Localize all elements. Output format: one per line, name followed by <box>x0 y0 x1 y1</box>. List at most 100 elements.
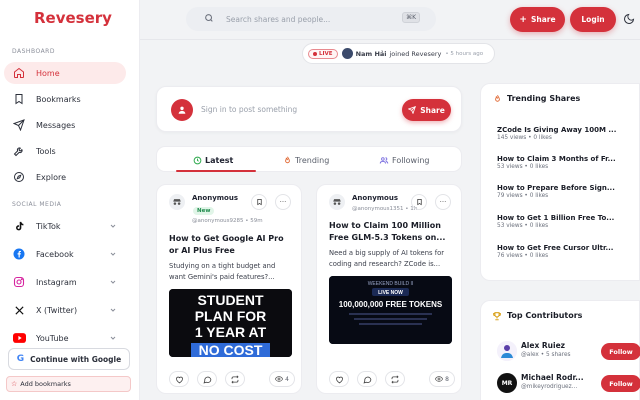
list-item[interactable]: How to Get Free Cursor Ultr... 76 views … <box>497 244 637 259</box>
post-thumbnail[interactable]: WEEKEND BUILD II LIVE NOW 100,000,000 FR… <box>329 276 452 344</box>
post-card[interactable]: Anonymous New @anonymous9285 • 59m ··· H… <box>156 184 302 394</box>
google-icon: G <box>16 354 25 364</box>
trend-meta: 145 views • 0 likes <box>497 135 552 141</box>
comment-button[interactable] <box>357 371 377 387</box>
post-excerpt: Need a big supply of AI tokens for codin… <box>329 249 445 268</box>
share-button-label: Share <box>530 15 556 24</box>
list-item[interactable]: How to Get 1 Billion Free To... 53 views… <box>497 214 637 229</box>
sidebar-item-youtube[interactable]: YouTube <box>4 327 126 349</box>
sidebar-item-messages[interactable]: Messages <box>4 114 126 136</box>
continue-with-google-button[interactable]: G Continue with Google <box>8 348 130 370</box>
chevron-down-icon <box>108 249 118 259</box>
search-input[interactable]: Search shares and people... <box>226 15 330 24</box>
contributors-title: Top Contributors <box>507 311 583 320</box>
login-button[interactable]: Login <box>570 7 616 32</box>
list-item[interactable]: How to Prepare Before Sign... 79 views •… <box>497 184 637 199</box>
search-icon <box>204 13 214 25</box>
view-count: 4 <box>269 371 295 387</box>
incognito-icon <box>169 194 185 210</box>
trend-meta: 53 views • 0 likes <box>497 164 549 170</box>
add-bookmarks-label: Add bookmarks <box>20 380 71 388</box>
social-heading: SOCIAL MEDIA <box>12 201 62 208</box>
users-icon <box>379 156 389 165</box>
clock-icon <box>193 156 202 165</box>
list-item[interactable]: ZCode Is Giving Away 100M ... 145 views … <box>497 126 637 141</box>
sidebar-item-facebook[interactable]: Facebook <box>4 243 126 265</box>
sidebar-item-label: Explore <box>36 172 67 182</box>
thumb-line: 1 YEAR AT <box>195 324 267 340</box>
sidebar-item-x-twitter[interactable]: X (Twitter) <box>4 299 126 321</box>
tab-label: Following <box>392 155 430 165</box>
trend-meta: 79 views • 0 likes <box>497 193 549 199</box>
sidebar-item-explore[interactable]: Explore <box>4 166 126 188</box>
post-time: 59m <box>250 218 263 224</box>
trend-meta: 76 views • 0 likes <box>497 253 549 259</box>
add-bookmarks-button[interactable]: ☆ Add bookmarks <box>6 376 131 392</box>
brand-logo[interactable]: Revesery <box>34 9 112 27</box>
thumb-line: PLAN FOR <box>195 308 267 324</box>
repost-button[interactable] <box>385 371 405 387</box>
send-icon <box>408 106 417 114</box>
tab-label: Trending <box>295 155 330 165</box>
moon-icon[interactable] <box>623 13 635 25</box>
bookmark-button[interactable] <box>411 194 427 210</box>
like-button[interactable] <box>329 371 349 387</box>
flame-icon <box>283 156 292 165</box>
contributor-row[interactable]: Alex Ruiez @alex • 5 shares Follow <box>497 341 640 365</box>
view-count-value: 8 <box>445 375 449 383</box>
comment-button[interactable] <box>197 371 217 387</box>
instagram-icon <box>12 275 26 289</box>
post-card[interactable]: Anonymous @anonymous1351 • 1h ··· How to… <box>316 184 462 394</box>
post-thumbnail[interactable]: STUDENT PLAN FOR 1 YEAR AT NO COST <box>169 289 292 357</box>
post-actions: 4 <box>169 371 295 387</box>
tiktok-icon <box>12 219 26 233</box>
follow-button[interactable]: Follow <box>601 375 640 392</box>
trend-title: How to Claim 3 Months of Fr... <box>497 155 616 163</box>
sidebar-item-tiktok[interactable]: TikTok <box>4 215 126 237</box>
composer-prompt[interactable]: Sign in to post something <box>201 105 297 114</box>
google-button-label: Continue with Google <box>30 354 122 364</box>
live-time: • 5 hours ago <box>445 50 484 57</box>
bookmark-button[interactable] <box>251 194 267 210</box>
sidebar-item-tools[interactable]: Tools <box>4 140 126 162</box>
post-handle: @anonymous1351 <box>352 206 404 212</box>
chevron-down-icon <box>108 305 118 315</box>
live-dot <box>313 51 317 56</box>
trophy-icon <box>492 311 502 321</box>
post-title[interactable]: How to Get Google AI Pro or AI Plus Free <box>169 233 295 257</box>
view-count: 8 <box>429 371 455 387</box>
chevron-down-icon <box>108 221 118 231</box>
login-button-label: Login <box>581 15 605 24</box>
post-composer[interactable]: Sign in to post something Share <box>156 86 462 132</box>
contributor-row[interactable]: MR Michael Rodr... @mikeyrodriguez... Fo… <box>497 373 640 397</box>
sidebar-item-home[interactable]: Home <box>4 62 126 84</box>
repost-button[interactable] <box>225 371 245 387</box>
tab-trending[interactable]: Trending <box>283 147 329 173</box>
live-time-value: 5 hours ago <box>450 50 484 57</box>
sidebar-item-instagram[interactable]: Instagram <box>4 271 126 293</box>
share-button[interactable]: + Share <box>510 7 565 32</box>
chevron-down-icon <box>108 277 118 287</box>
star-icon: ☆ <box>11 380 18 388</box>
live-activity[interactable]: LIVE Nam Hải joined Revesery • 5 hours a… <box>302 43 495 64</box>
contributor-name: Michael Rodr... <box>521 373 584 382</box>
follow-button[interactable]: Follow <box>601 343 640 360</box>
like-button[interactable] <box>169 371 189 387</box>
tab-following[interactable]: Following <box>379 147 429 173</box>
more-options-button[interactable]: ··· <box>275 194 291 210</box>
sidebar-item-label: Tools <box>36 146 56 156</box>
composer-share-button[interactable]: Share <box>402 99 451 121</box>
thumb-line: LIVE NOW <box>378 290 403 296</box>
trend-title: How to Prepare Before Sign... <box>497 184 615 192</box>
send-icon <box>12 118 26 132</box>
thumb-line: 100,000,000 FREE TOKENS <box>339 300 443 309</box>
feed-tabs: Latest Trending Following <box>156 146 462 172</box>
search-bar[interactable]: Search shares and people... ⌘K <box>186 7 436 31</box>
sidebar-item-bookmarks[interactable]: Bookmarks <box>4 88 126 110</box>
post-title[interactable]: How to Claim 100 Million Free GLM-5.3 To… <box>329 220 455 244</box>
post-author[interactable]: Anonymous <box>192 194 238 202</box>
more-options-button[interactable]: ··· <box>435 194 451 210</box>
thumb-line: STUDENT <box>197 292 264 308</box>
post-author[interactable]: Anonymous <box>352 194 398 202</box>
list-item[interactable]: How to Claim 3 Months of Fr... 53 views … <box>497 155 637 170</box>
